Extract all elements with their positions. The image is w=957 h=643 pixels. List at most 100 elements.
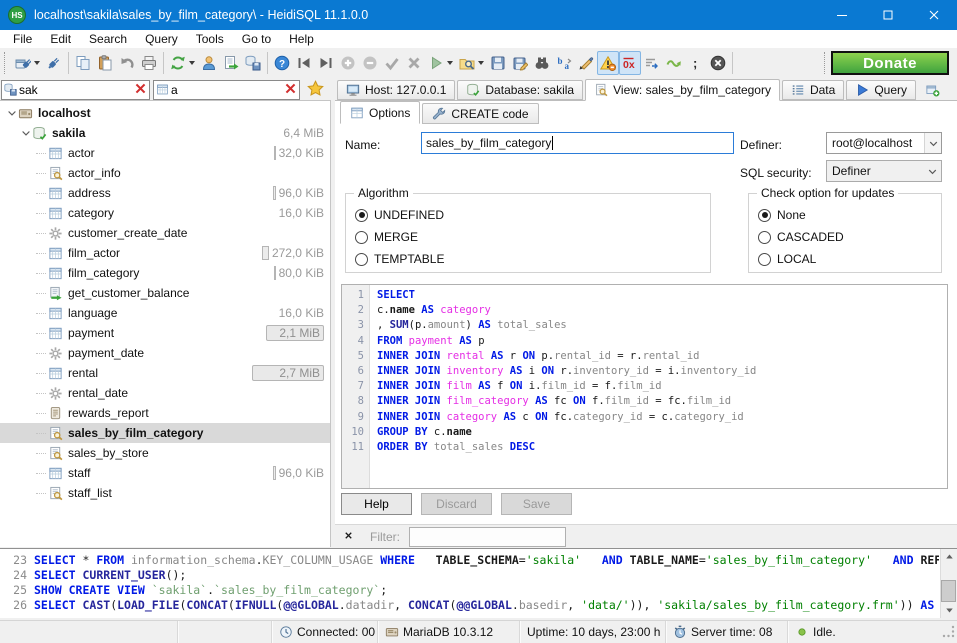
tab-view[interactable]: View: sales_by_film_category <box>585 79 780 101</box>
menu-query[interactable]: Query <box>136 30 187 48</box>
tree-item-sales-by-store[interactable]: sales_by_store <box>0 443 330 463</box>
check-option-radio-local[interactable]: LOCAL <box>758 248 941 270</box>
menu-edit[interactable]: Edit <box>41 30 80 48</box>
expand-chevron-icon[interactable] <box>20 127 32 139</box>
help-button[interactable]: Help <box>341 493 412 515</box>
menu-go-to[interactable]: Go to <box>233 30 280 48</box>
print-button[interactable] <box>138 51 160 75</box>
view-name-input[interactable]: sales_by_film_category <box>421 132 734 154</box>
tree-item-staff-list[interactable]: staff_list <box>0 483 330 503</box>
tree-item-rental[interactable]: rental2,7 MiB <box>0 363 330 383</box>
combo-arrow-icon[interactable] <box>924 161 941 181</box>
scroll-down-button[interactable] <box>941 603 957 618</box>
tree-item-category[interactable]: category16,0 KiB <box>0 203 330 223</box>
sql-log[interactable]: 23SELECT * FROM information_schema.KEY_C… <box>0 548 957 618</box>
query-warnings-button[interactable] <box>597 51 619 75</box>
tree-item-rewards-report[interactable]: rewards_report <box>0 403 330 423</box>
new-query-tab-button[interactable] <box>918 80 948 100</box>
tab-database[interactable]: Database: sakila <box>457 80 583 100</box>
clear-table-filter-button[interactable] <box>284 82 297 98</box>
tree-item-sakila[interactable]: sakila6,4 MiB <box>0 123 330 143</box>
save-sql-button[interactable] <box>487 51 509 75</box>
tree-item-payment[interactable]: payment2,1 MiB <box>0 323 330 343</box>
copy-button[interactable] <box>72 51 94 75</box>
change-case-button[interactable]: ba <box>553 51 575 75</box>
resize-grip[interactable] <box>940 623 956 642</box>
tree-item-film-actor[interactable]: film_actor272,0 KiB <box>0 243 330 263</box>
algorithm-radio-undefined[interactable]: UNDEFINED <box>355 204 710 226</box>
delete-row-button[interactable] <box>359 51 381 75</box>
tree-item-actor[interactable]: actor32,0 KiB <box>0 143 330 163</box>
tree-item-get-customer-balance[interactable]: get_customer_balance <box>0 283 330 303</box>
tab-host[interactable]: Host: 127.0.0.1 <box>337 80 455 100</box>
sql-security-combobox[interactable]: Definer <box>826 160 942 182</box>
tree-item-language[interactable]: language16,0 KiB <box>0 303 330 323</box>
tree-item-payment-date[interactable]: payment_date <box>0 343 330 363</box>
filter-input[interactable] <box>409 527 566 547</box>
user-manager-button[interactable] <box>198 51 220 75</box>
check-option-radio-cascaded[interactable]: CASCADED <box>758 226 941 248</box>
table-filter-input[interactable] <box>171 83 282 97</box>
tab-data[interactable]: Data <box>782 80 844 100</box>
algorithm-radio-merge[interactable]: MERGE <box>355 226 710 248</box>
maximize-button[interactable] <box>865 0 911 30</box>
save-sql-as-button[interactable] <box>509 51 531 75</box>
minimize-button[interactable] <box>819 0 865 30</box>
tree-item-actor-info[interactable]: actor_info <box>0 163 330 183</box>
last-row-button[interactable] <box>315 51 337 75</box>
scrollbar-thumb[interactable] <box>941 580 956 602</box>
bind-parameters-button[interactable] <box>641 51 663 75</box>
menu-file[interactable]: File <box>4 30 41 48</box>
tab-options[interactable]: Options <box>340 101 420 124</box>
definer-combobox[interactable]: root@localhost <box>826 132 942 154</box>
database-tree[interactable]: localhostsakila6,4 MiBactor32,0 KiBactor… <box>0 100 331 547</box>
database-filter-box[interactable] <box>1 80 150 100</box>
tree-item-customer-create-date[interactable]: customer_create_date <box>0 223 330 243</box>
discard-button[interactable]: Discard <box>421 493 492 515</box>
find-text-button[interactable] <box>531 51 553 75</box>
reformat-sql-button[interactable] <box>575 51 597 75</box>
post-changes-button[interactable] <box>381 51 403 75</box>
view-binary-as-text-button[interactable]: 0x <box>619 51 641 75</box>
tab-query[interactable]: Query <box>846 80 916 100</box>
donate-button[interactable]: Donate <box>831 51 949 75</box>
tree-item-rental-date[interactable]: rental_date <box>0 383 330 403</box>
view-select-editor[interactable]: 1SELECT2c.name AS category3, SUM(p.amoun… <box>341 284 948 489</box>
menu-tools[interactable]: Tools <box>187 30 233 48</box>
cancel-editing-button[interactable] <box>403 51 425 75</box>
undo-button[interactable] <box>116 51 138 75</box>
execute-sql-button[interactable] <box>425 51 456 75</box>
save-database-button[interactable] <box>242 51 264 75</box>
export-database-as-sql-button[interactable] <box>220 51 242 75</box>
filter-close-icon[interactable] <box>343 530 354 544</box>
clear-database-filter-button[interactable] <box>134 82 147 98</box>
combo-arrow-icon[interactable] <box>924 133 941 153</box>
tree-item-staff[interactable]: staff96,0 KiB <box>0 463 330 483</box>
tree-item-localhost[interactable]: localhost <box>0 103 330 123</box>
disconnect-button[interactable] <box>43 51 65 75</box>
stop-query-button[interactable] <box>707 51 729 75</box>
toolbar-grip[interactable] <box>4 52 9 74</box>
tab-create-code[interactable]: CREATE code <box>422 103 538 124</box>
tree-item-sales-by-film-category[interactable]: sales_by_film_category <box>0 423 330 443</box>
help-button[interactable]: ? <box>271 51 293 75</box>
first-row-button[interactable] <box>293 51 315 75</box>
load-sql-file-button[interactable] <box>456 51 487 75</box>
reconnect-button[interactable] <box>663 51 685 75</box>
refresh-button[interactable] <box>167 51 198 75</box>
session-manager-button[interactable] <box>12 51 43 75</box>
close-button[interactable] <box>911 0 957 30</box>
donate-toolbar-grip[interactable] <box>824 52 825 74</box>
algorithm-radio-temptable[interactable]: TEMPTABLE <box>355 248 710 270</box>
tree-item-film-category[interactable]: film_category80,0 KiB <box>0 263 330 283</box>
expand-chevron-icon[interactable] <box>6 107 18 119</box>
save-button[interactable]: Save <box>501 493 572 515</box>
tree-item-address[interactable]: address96,0 KiB <box>0 183 330 203</box>
table-filter-box[interactable] <box>153 80 300 100</box>
check-option-radio-none[interactable]: None <box>758 204 941 226</box>
menu-search[interactable]: Search <box>80 30 136 48</box>
scroll-up-button[interactable] <box>941 549 957 564</box>
send-delimiter-button[interactable]: ; <box>685 51 707 75</box>
menu-help[interactable]: Help <box>280 30 323 48</box>
paste-button[interactable] <box>94 51 116 75</box>
